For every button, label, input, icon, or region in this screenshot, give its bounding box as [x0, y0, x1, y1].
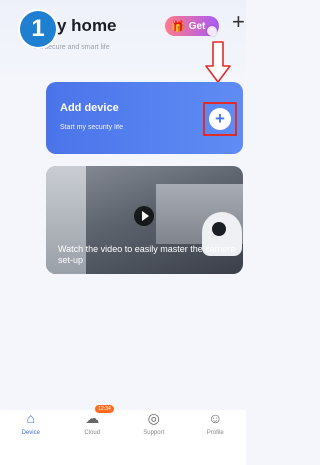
setup-video-card[interactable]: Watch the video to easily master the cam…	[46, 166, 243, 274]
tab-profile[interactable]: ☺ Profile	[190, 405, 240, 436]
down-arrow-icon	[205, 41, 231, 83]
tap-cursor-icon	[207, 26, 217, 36]
tab-label: Profile	[206, 430, 224, 436]
tab-cloud[interactable]: ☁ 12:34 Cloud	[67, 405, 117, 436]
tab-label: Support	[143, 430, 165, 436]
add-device-subtitle: Start my security life	[60, 124, 124, 131]
bottom-tabbar: ⌂ Device ☁ 12:34 Cloud ◎ Support ☺ Profi…	[0, 405, 246, 465]
add-device-title: Add device	[60, 102, 119, 114]
add-device-highlight: +	[203, 102, 237, 136]
video-caption: Watch the video to easily master the cam…	[58, 244, 236, 265]
header-add-button[interactable]: +	[232, 11, 245, 33]
cloud-badge: 12:34	[95, 405, 114, 413]
tutorial-step-badge: 1	[20, 11, 56, 47]
camera-lens	[212, 222, 226, 236]
tab-label: Device	[21, 430, 40, 436]
play-icon	[141, 211, 149, 221]
profile-icon: ☺	[208, 410, 223, 426]
tab-support[interactable]: ◎ Support	[129, 405, 179, 436]
tab-label: Cloud	[84, 430, 101, 436]
get-label: Get	[188, 20, 206, 32]
add-device-button[interactable]: +	[209, 108, 231, 130]
page-title: y home	[57, 16, 117, 35]
add-device-card[interactable]: Add device Start my security life +	[46, 82, 243, 154]
device-icon: ⌂	[26, 410, 35, 426]
tab-device[interactable]: ⌂ Device	[6, 405, 56, 436]
play-button[interactable]	[134, 206, 154, 226]
gift-icon: 🎁	[171, 20, 185, 33]
support-icon: ◎	[147, 410, 160, 426]
